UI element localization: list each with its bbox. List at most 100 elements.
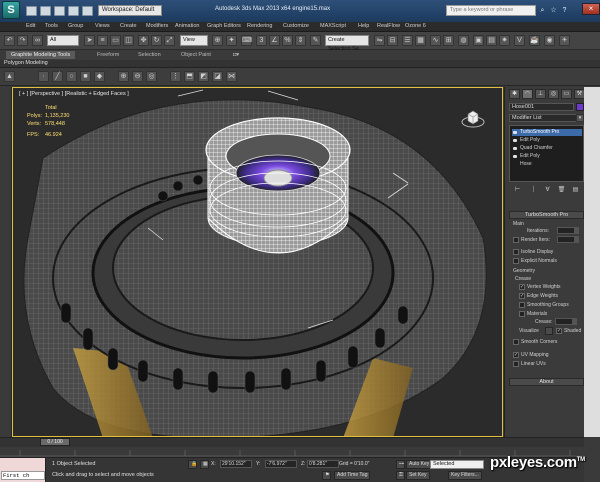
render-production-icon[interactable]: ✷ [499, 35, 510, 46]
pivot-icon[interactable]: ⊕ [212, 35, 223, 46]
star-icon[interactable]: ☆ [549, 6, 558, 15]
absolute-mode-icon[interactable]: ▦ [200, 460, 209, 469]
edit-named-selection-icon[interactable]: ✎ [310, 35, 321, 46]
configure-sets-icon[interactable]: ▤ [571, 186, 580, 195]
app-logo-icon[interactable]: S [2, 1, 20, 19]
x-coordinate-field[interactable]: 29'10.152" [220, 460, 252, 468]
vertex-weights-checkbox[interactable]: ✓ [519, 284, 525, 290]
menu-views[interactable]: Views [95, 23, 110, 29]
help-icon[interactable]: ? [560, 6, 569, 15]
close-window-button[interactable]: × [582, 3, 600, 15]
open-file-icon[interactable] [40, 6, 51, 16]
spinner-arrows-icon[interactable] [575, 236, 579, 243]
binoculars-icon[interactable]: ⌕ [538, 6, 547, 15]
materials-checkbox[interactable] [519, 311, 525, 317]
undo-icon[interactable] [68, 6, 79, 16]
object-name-field[interactable]: Hose001 [509, 103, 574, 111]
stack-item[interactable]: Edit Poly [512, 153, 582, 160]
ring-icon[interactable]: ⋮ [170, 71, 181, 82]
reference-coordinate-select[interactable]: View [180, 35, 208, 46]
shrink-icon[interactable]: ⊖ [132, 71, 143, 82]
vertex-mode-icon[interactable]: · [38, 71, 49, 82]
chevron-down-icon[interactable]: ▾ [576, 114, 584, 122]
lightbulb-icon[interactable] [513, 147, 517, 150]
loop-icon[interactable]: ◎ [146, 71, 157, 82]
move-icon[interactable]: ✥ [138, 35, 149, 46]
motion-tab-icon[interactable]: ◎ [548, 89, 559, 99]
shaded-checkbox[interactable]: ✓ [556, 328, 562, 334]
time-slider-bar[interactable] [0, 437, 584, 447]
menu-create[interactable]: Create [120, 23, 137, 29]
tab-graphite-modeling[interactable]: Graphite Modeling Tools [6, 51, 76, 59]
link-icon[interactable]: ∞ [32, 35, 43, 46]
modifier-list-dropdown[interactable]: Modifier List [509, 114, 584, 122]
lightbulb-icon[interactable] [513, 131, 517, 134]
menu-graph-editors[interactable]: Graph Editors [207, 23, 241, 29]
select-object-icon[interactable]: ➤ [84, 35, 95, 46]
render-setup-icon[interactable]: ▣ [473, 35, 484, 46]
y-coordinate-field[interactable]: -7'6.972" [265, 460, 297, 468]
stack-item[interactable]: Hose [512, 161, 582, 168]
remove-modifier-icon[interactable]: 🗑 [557, 186, 566, 195]
z-coordinate-field[interactable]: 0'8.281" [307, 460, 339, 468]
isoline-display-checkbox[interactable] [513, 249, 519, 255]
edge-weights-checkbox[interactable]: ✓ [519, 293, 525, 299]
auto-key-button[interactable]: Auto Key [406, 460, 433, 469]
render-iters-spinner[interactable] [557, 236, 575, 243]
border-mode-icon[interactable]: ○ [66, 71, 77, 82]
layer-manager-icon[interactable]: ☰ [402, 35, 413, 46]
rollout-turbosmooth[interactable]: TurboSmooth Pro [509, 211, 584, 219]
schematic-view-icon[interactable]: ⊞ [443, 35, 454, 46]
menu-maxscript[interactable]: MAXScript [320, 23, 346, 29]
add-time-tag-button[interactable]: Add Time Tag [334, 471, 371, 480]
time-tag-icon[interactable]: ⚑ [322, 471, 331, 480]
menu-customize[interactable]: Customize [283, 23, 309, 29]
grow-icon[interactable]: ⊕ [118, 71, 129, 82]
menu-ozone[interactable]: Ozone 6 [405, 23, 426, 29]
new-file-icon[interactable] [26, 6, 37, 16]
maxscript-command-input[interactable]: First ch [1, 471, 45, 480]
lightbulb-icon[interactable] [513, 155, 517, 158]
rectangle-selection-icon[interactable]: ▭ [110, 35, 121, 46]
chamfer-icon[interactable]: ◩ [198, 71, 209, 82]
viewport-label[interactable]: [ + ] [Perspective ] [Realistic + Edged … [19, 91, 129, 97]
show-end-result-icon[interactable]: ⏐ [529, 186, 538, 195]
make-unique-icon[interactable]: ∀ [543, 186, 552, 195]
extrude-icon[interactable]: ⬒ [184, 71, 195, 82]
menu-group[interactable]: Group [68, 23, 83, 29]
set-key-icon[interactable]: ⚿ [396, 471, 405, 480]
rollout-about[interactable]: About [509, 378, 584, 386]
redo-icon[interactable]: ↷ [17, 35, 28, 46]
crease-spinner[interactable] [555, 318, 573, 325]
select-by-name-icon[interactable]: ≡ [97, 35, 108, 46]
rotate-icon[interactable]: ↻ [151, 35, 162, 46]
scale-icon[interactable]: ⤢ [164, 35, 175, 46]
graphite-toggle-icon[interactable]: ▦ [415, 35, 426, 46]
linear-uvs-checkbox[interactable] [513, 361, 519, 367]
polygon-mode-icon[interactable]: ■ [80, 71, 91, 82]
keyboard-shortcut-icon[interactable]: ⌨ [241, 35, 252, 46]
set-key-button[interactable]: Set Key [406, 471, 430, 480]
key-mode-icon[interactable]: ⊶ [396, 460, 405, 469]
iterations-spinner[interactable] [557, 227, 575, 234]
menu-realflow[interactable]: RealFlow [377, 23, 400, 29]
render-iters-checkbox[interactable] [513, 237, 519, 243]
spinner-arrows-icon[interactable] [575, 227, 579, 234]
vray-icon[interactable]: V [514, 35, 525, 46]
tab-object-paint[interactable]: Object Paint [176, 51, 216, 59]
smooth-corners-checkbox[interactable] [513, 339, 519, 345]
teapot-render-icon[interactable]: ☕ [529, 35, 540, 46]
polygon-modeling-icon[interactable]: ▲ [4, 71, 15, 82]
key-filters-button[interactable]: Key Filters... [448, 471, 482, 480]
lightbulb-icon[interactable] [513, 139, 517, 142]
window-crossing-icon[interactable]: ◫ [123, 35, 134, 46]
menu-rendering[interactable]: Rendering [247, 23, 272, 29]
time-slider-handle[interactable]: 0 / 100 [40, 438, 70, 446]
undo-icon[interactable]: ↶ [4, 35, 15, 46]
bevel-icon[interactable]: ◪ [212, 71, 223, 82]
workspace-select[interactable]: Workspace: Default [98, 5, 162, 16]
menu-modifiers[interactable]: Modifiers [146, 23, 168, 29]
create-tab-icon[interactable]: ✱ [509, 89, 520, 99]
render-iterative-icon[interactable]: ◉ [544, 35, 555, 46]
perspective-viewport[interactable]: [ + ] [Perspective ] [Realistic + Edged … [12, 87, 503, 437]
